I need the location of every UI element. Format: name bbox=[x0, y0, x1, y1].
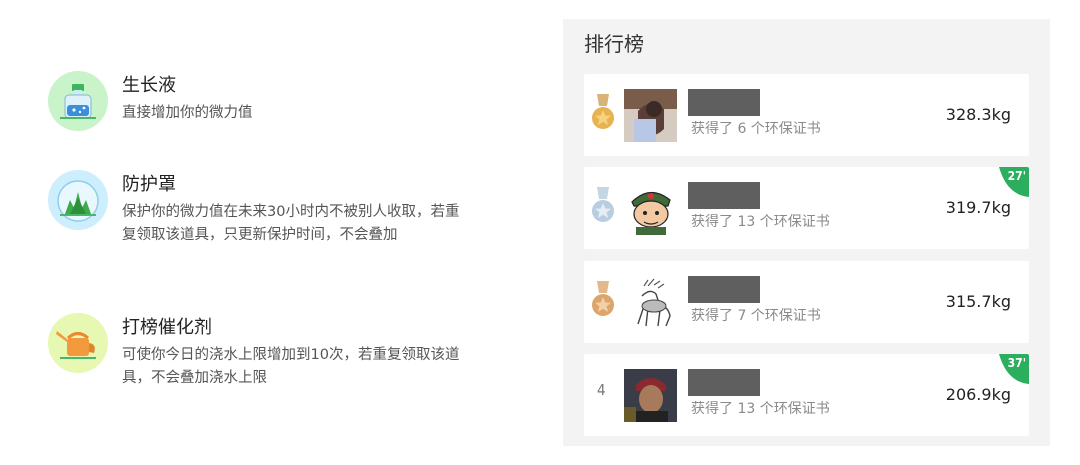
item-description: 保护你的微力值在未来30小时内不被别人收取，若重复领取该道具，只更新保护时间，不… bbox=[122, 204, 460, 243]
certificate-count: 获得了 7 个环保证书 bbox=[691, 308, 821, 324]
leaderboard-row[interactable]: 获得了 6 个环保证书 328.3kg bbox=[584, 74, 1029, 156]
gold-medal-icon bbox=[592, 94, 614, 129]
carbon-weight: 206.9kg bbox=[945, 385, 1011, 404]
protective-shield-icon bbox=[48, 170, 108, 230]
rank-number: 4 bbox=[597, 381, 606, 399]
rank-change-value: 37' bbox=[1007, 356, 1026, 370]
avatar bbox=[624, 182, 677, 235]
carbon-weight: 319.7kg bbox=[945, 198, 1011, 217]
carbon-weight: 328.3kg bbox=[945, 105, 1011, 124]
masked-username bbox=[688, 276, 760, 303]
item-title: 防护罩 bbox=[122, 174, 176, 195]
rank-change-value: 27' bbox=[1007, 169, 1026, 183]
certificate-count: 获得了 13 个环保证书 bbox=[691, 214, 830, 230]
avatar bbox=[624, 276, 677, 329]
leaderboard-title: 排行榜 bbox=[584, 32, 644, 56]
item-title: 生长液 bbox=[122, 75, 176, 96]
item-ranking-catalyst: 打榜催化剂 可使你今日的浇水上限增加到10次，若重复领取该道具，不会叠加浇水上限 bbox=[48, 313, 472, 390]
item-title: 打榜催化剂 bbox=[122, 317, 212, 338]
leaderboard-panel: 排行榜 获得了 6 个环保证书 328.3kg 获得了 13 个环保证书 319… bbox=[563, 19, 1050, 446]
leaderboard-row[interactable]: 获得了 7 个环保证书 315.7kg bbox=[584, 261, 1029, 343]
certificate-count: 获得了 13 个环保证书 bbox=[691, 401, 830, 417]
avatar bbox=[624, 89, 677, 142]
growth-liquid-bottle-icon bbox=[48, 71, 108, 131]
masked-username bbox=[688, 369, 760, 396]
item-protective-shield: 防护罩 保护你的微力值在未来30小时内不被别人收取，若重复领取该道具，只更新保护… bbox=[48, 170, 472, 247]
item-description: 直接增加你的微力值 bbox=[122, 105, 253, 121]
leaderboard-row[interactable]: 4 获得了 13 个环保证书 206.9kg 37' bbox=[584, 354, 1029, 436]
watering-can-icon bbox=[48, 313, 108, 373]
avatar bbox=[624, 369, 677, 422]
bronze-medal-icon bbox=[592, 281, 614, 316]
masked-username bbox=[688, 182, 760, 209]
masked-username bbox=[688, 89, 760, 116]
silver-medal-icon bbox=[592, 187, 614, 222]
item-growth-liquid: 生长液 直接增加你的微力值 bbox=[48, 71, 472, 131]
leaderboard-row[interactable]: 获得了 13 个环保证书 319.7kg 27' bbox=[584, 167, 1029, 249]
item-description: 可使你今日的浇水上限增加到10次，若重复领取该道具，不会叠加浇水上限 bbox=[122, 347, 460, 386]
certificate-count: 获得了 6 个环保证书 bbox=[691, 121, 821, 137]
carbon-weight: 315.7kg bbox=[945, 292, 1011, 311]
